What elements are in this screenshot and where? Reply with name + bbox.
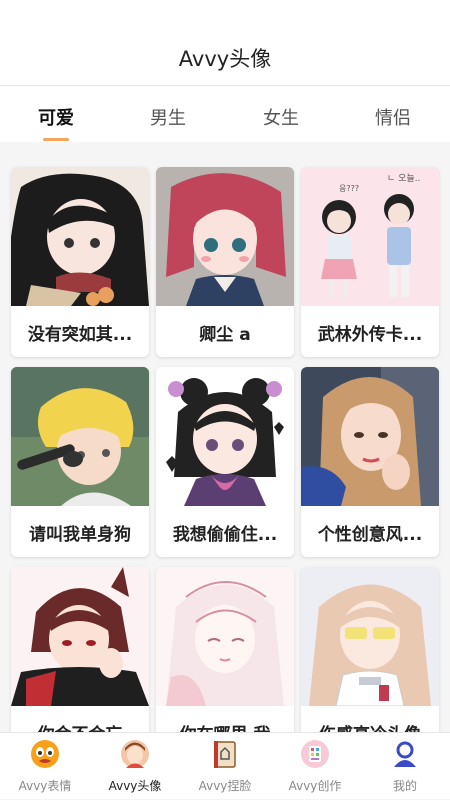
tab-girls[interactable]: 女生 xyxy=(246,104,316,130)
nav-label: Avvy创作 xyxy=(288,779,342,793)
tab-boys[interactable]: 男生 xyxy=(133,104,203,130)
avatar-image xyxy=(11,167,149,306)
avatar-image xyxy=(156,567,294,706)
avatar-name: 没有突如其... xyxy=(27,325,133,345)
category-tabs: 可爱 男生 女生 情侣 xyxy=(0,86,450,142)
svg-text:응???: 응??? xyxy=(339,184,359,193)
nav-label: Avvy头像 xyxy=(108,779,162,793)
avatar-card[interactable]: ㄴ 오늘.. 응??? 武林外传卡... xyxy=(301,167,439,357)
avatar-image xyxy=(301,567,439,706)
avatar-image xyxy=(11,367,149,506)
avatar-image xyxy=(156,367,294,506)
palette-icon xyxy=(301,740,329,768)
face-editor-icon xyxy=(214,741,236,768)
avatar-name: 我想偷偷住... xyxy=(172,525,278,545)
emoji-face-icon xyxy=(31,740,59,768)
active-tab-indicator xyxy=(43,138,69,141)
avatar-name: 伤感高冷头像 xyxy=(301,720,439,732)
nav-create[interactable]: Avvy创作 xyxy=(270,733,360,800)
avatar-card[interactable]: 你会不会忘 xyxy=(11,567,149,732)
nav-profile[interactable]: 我的 xyxy=(360,733,450,800)
tab-couples[interactable]: 情侣 xyxy=(358,104,428,130)
nav-expressions[interactable]: Avvy表情 xyxy=(0,733,90,800)
avatar-card[interactable]: 你在哪里 我 xyxy=(156,567,294,732)
avatar-image: ㄴ 오늘.. 응??? xyxy=(301,167,439,306)
avatar-card[interactable]: 没有突如其... xyxy=(11,167,149,357)
bottom-navigation: Avvy表情 Avvy头像 Avvy捏脸 Avvy创作 我的 xyxy=(0,732,450,799)
app-header: Avvy头像 xyxy=(0,0,450,86)
avatar-icon xyxy=(121,740,149,768)
page-title: Avvy头像 xyxy=(178,47,272,71)
svg-text:ㄴ 오늘..: ㄴ 오늘.. xyxy=(387,173,420,184)
avatar-card[interactable]: 请叫我单身狗 xyxy=(11,367,149,557)
avatar-name: 你在哪里 我 xyxy=(156,720,294,732)
avatar-grid: 没有突如其... 卿尘 a ㄴ 오늘.. 응??? 武林外传卡... 请叫我单身… xyxy=(0,142,450,732)
avatar-image xyxy=(156,167,294,306)
tab-cute[interactable]: 可爱 xyxy=(21,104,91,130)
avatar-card[interactable]: 伤感高冷头像 xyxy=(301,567,439,732)
nav-label: Avvy捏脸 xyxy=(198,779,252,793)
avatar-image xyxy=(11,567,149,706)
nav-avatars[interactable]: Avvy头像 xyxy=(90,733,180,800)
profile-icon xyxy=(394,741,416,767)
avatar-card[interactable]: 个性创意风... xyxy=(301,367,439,557)
avatar-card[interactable]: 我想偷偷住... xyxy=(156,367,294,557)
avatar-image xyxy=(301,367,439,506)
avatar-name: 你会不会忘 xyxy=(11,720,149,732)
avatar-card[interactable]: 卿尘 a xyxy=(156,167,294,357)
nav-label: 我的 xyxy=(392,779,417,793)
nav-face-editor[interactable]: Avvy捏脸 xyxy=(180,733,270,800)
avatar-name: 卿尘 a xyxy=(199,325,251,345)
avatar-name: 个性创意风... xyxy=(317,525,423,545)
avatar-name: 武林外传卡... xyxy=(317,325,423,345)
nav-label: Avvy表情 xyxy=(18,779,72,793)
avatar-name: 请叫我单身狗 xyxy=(29,525,131,545)
